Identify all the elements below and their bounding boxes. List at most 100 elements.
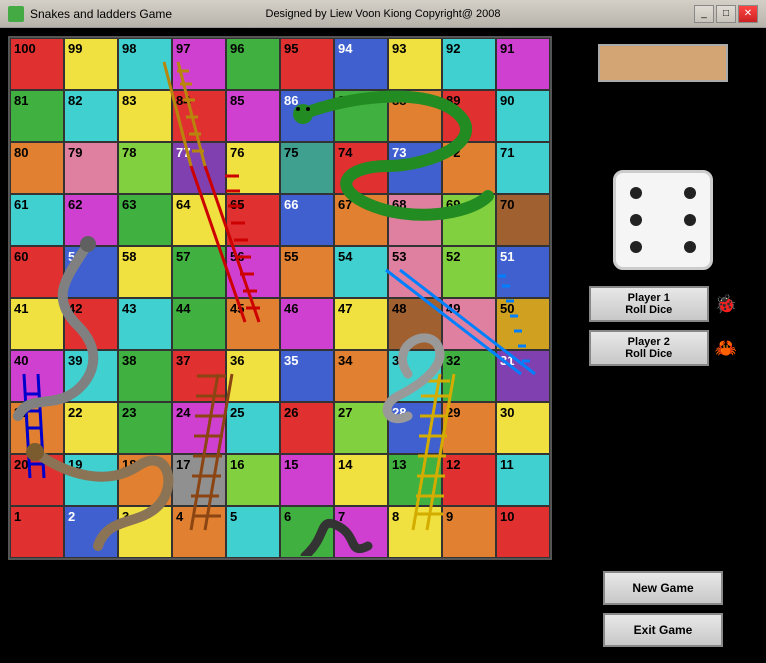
cell-80: 80 xyxy=(10,142,64,194)
title-bar: Snakes and ladders Game Designed by Liew… xyxy=(0,0,766,28)
player1-roll-button[interactable]: Player 1Roll Dice xyxy=(589,286,709,322)
cell-65: 65 xyxy=(226,194,280,246)
cell-40: 40 xyxy=(10,350,64,402)
dot-4 xyxy=(630,214,642,226)
cell-35: 35 xyxy=(280,350,334,402)
exit-game-button[interactable]: Exit Game xyxy=(603,613,723,647)
title-center-text: Designed by Liew Voon Kiong Copyright@ 2… xyxy=(266,8,501,20)
cell-97: 97 xyxy=(172,38,226,90)
cell-82: 82 xyxy=(64,90,118,142)
cell-79: 79 xyxy=(64,142,118,194)
cell-52: 52 xyxy=(442,246,496,298)
dot-1 xyxy=(630,187,642,199)
cell-63: 63 xyxy=(118,194,172,246)
cell-96: 96 xyxy=(226,38,280,90)
player1-roll-label: Player 1Roll Dice xyxy=(625,292,672,316)
cell-6: 6 xyxy=(280,506,334,558)
cell-29: 29 xyxy=(442,402,496,454)
cell-4: 4 xyxy=(172,506,226,558)
cell-10: 10 xyxy=(496,506,550,558)
cell-69: 69 xyxy=(442,194,496,246)
cell-17: 17 xyxy=(172,454,226,506)
cell-59: 59 xyxy=(64,246,118,298)
cell-11: 11 xyxy=(496,454,550,506)
cell-36: 36 xyxy=(226,350,280,402)
player2-roll-button[interactable]: Player 2Roll Dice xyxy=(589,330,709,366)
cell-74: 74 xyxy=(334,142,388,194)
app-icon xyxy=(8,6,24,22)
side-panel: Player 1Roll Dice 🐞 Player 2Roll Dice 🦀 … xyxy=(568,36,758,655)
cell-73: 73 xyxy=(388,142,442,194)
cell-89: 89 xyxy=(442,90,496,142)
player2-roll-label: Player 2Roll Dice xyxy=(625,336,672,360)
cell-87: 87 xyxy=(334,90,388,142)
minimize-button[interactable]: _ xyxy=(694,5,714,23)
cell-76: 76 xyxy=(226,142,280,194)
dot-9 xyxy=(684,241,696,253)
player1-icon: 🐞 xyxy=(715,294,737,315)
cell-95: 95 xyxy=(280,38,334,90)
cell-85: 85 xyxy=(226,90,280,142)
player2-icon: 🦀 xyxy=(715,338,737,359)
cell-67: 67 xyxy=(334,194,388,246)
new-game-button[interactable]: New Game xyxy=(603,571,723,605)
cell-3: 3 xyxy=(118,506,172,558)
cell-12: 12 xyxy=(442,454,496,506)
cell-44: 44 xyxy=(172,298,226,350)
window-controls: _ □ ✕ xyxy=(694,5,758,23)
cell-62: 62 xyxy=(64,194,118,246)
cell-48: 48 xyxy=(388,298,442,350)
cell-7: 7 xyxy=(334,506,388,558)
cell-55: 55 xyxy=(280,246,334,298)
cell-30: 30 xyxy=(496,402,550,454)
maximize-button[interactable]: □ xyxy=(716,5,736,23)
cell-19: 19 xyxy=(64,454,118,506)
cell-64: 64 xyxy=(172,194,226,246)
cell-92: 92 xyxy=(442,38,496,90)
cell-58: 58 xyxy=(118,246,172,298)
cell-93: 93 xyxy=(388,38,442,90)
main-content: 1009998979695949392918182838485868788899… xyxy=(0,28,766,663)
cell-98: 98 xyxy=(118,38,172,90)
dot-3 xyxy=(684,187,696,199)
cell-43: 43 xyxy=(118,298,172,350)
cell-51: 51 xyxy=(496,246,550,298)
board-wrapper: 1009998979695949392918182838485868788899… xyxy=(8,36,552,560)
cell-88: 88 xyxy=(388,90,442,142)
cell-31: 31 xyxy=(496,350,550,402)
cell-20: 20 xyxy=(10,454,64,506)
cell-50: 50 xyxy=(496,298,550,350)
cell-72: 72 xyxy=(442,142,496,194)
cell-42: 42 xyxy=(64,298,118,350)
game-board: 1009998979695949392918182838485868788899… xyxy=(8,36,552,560)
cell-34: 34 xyxy=(334,350,388,402)
cell-61: 61 xyxy=(10,194,64,246)
cell-75: 75 xyxy=(280,142,334,194)
cell-9: 9 xyxy=(442,506,496,558)
close-button[interactable]: ✕ xyxy=(738,5,758,23)
cell-37: 37 xyxy=(172,350,226,402)
cell-91: 91 xyxy=(496,38,550,90)
cell-22: 22 xyxy=(64,402,118,454)
cell-25: 25 xyxy=(226,402,280,454)
cell-13: 13 xyxy=(388,454,442,506)
cell-70: 70 xyxy=(496,194,550,246)
cell-1: 1 xyxy=(10,506,64,558)
cell-8: 8 xyxy=(388,506,442,558)
cell-84: 84 xyxy=(172,90,226,142)
cell-5: 5 xyxy=(226,506,280,558)
cell-68: 68 xyxy=(388,194,442,246)
cell-26: 26 xyxy=(280,402,334,454)
dice-display xyxy=(613,170,713,270)
cell-16: 16 xyxy=(226,454,280,506)
cell-21: 21 xyxy=(10,402,64,454)
cell-77: 77 xyxy=(172,142,226,194)
cell-66: 66 xyxy=(280,194,334,246)
cell-81: 81 xyxy=(10,90,64,142)
cell-28: 28 xyxy=(388,402,442,454)
cell-60: 60 xyxy=(10,246,64,298)
cell-53: 53 xyxy=(388,246,442,298)
cell-2: 2 xyxy=(64,506,118,558)
cell-71: 71 xyxy=(496,142,550,194)
cell-45: 45 xyxy=(226,298,280,350)
